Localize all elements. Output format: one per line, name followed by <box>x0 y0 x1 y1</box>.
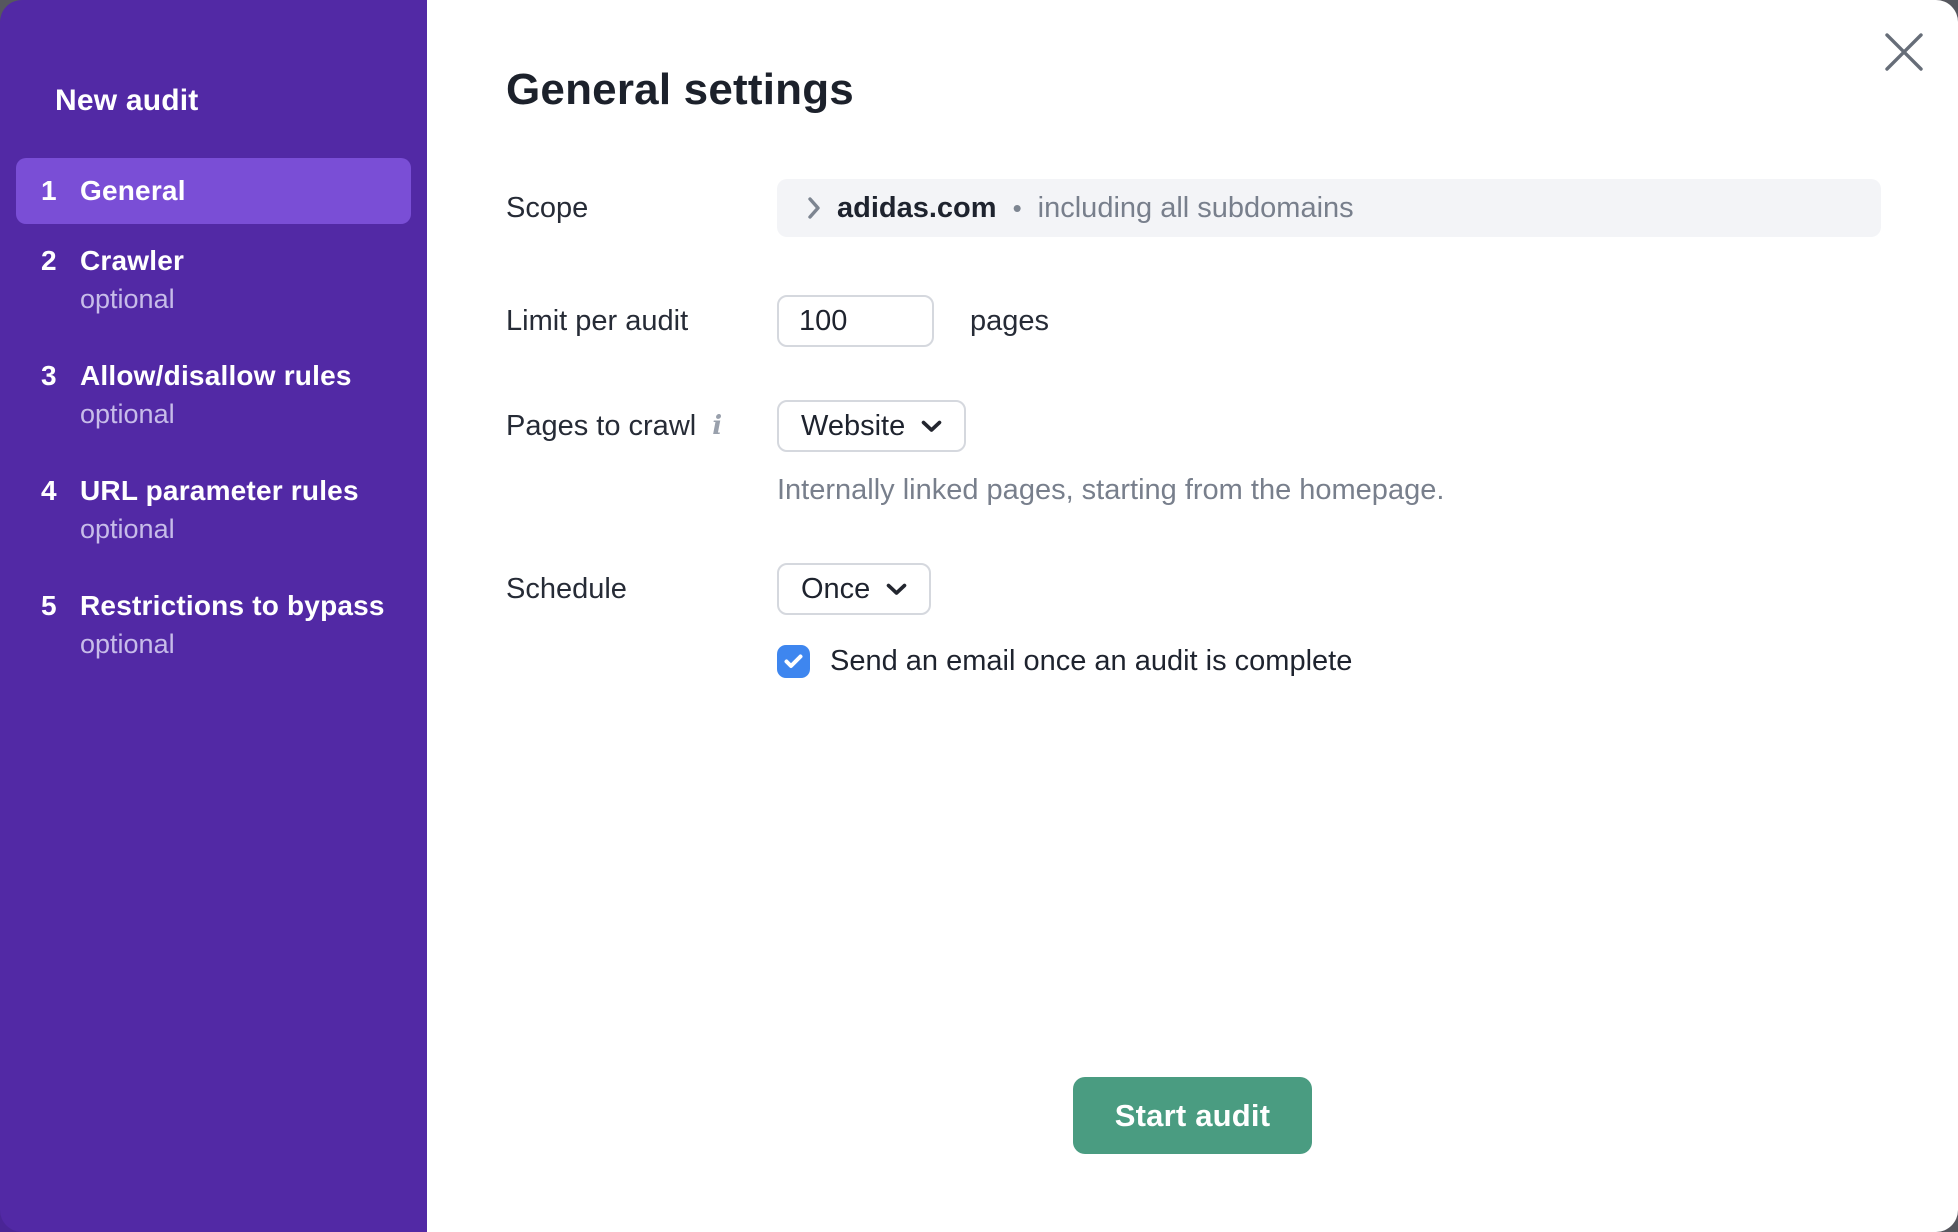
email-checkbox-label[interactable]: Send an email once an audit is complete <box>830 645 1352 678</box>
sidebar-item-crawler[interactable]: 2 Crawler optional <box>16 242 411 319</box>
step-number: 3 <box>41 357 80 434</box>
limit-label: Limit per audit <box>506 305 777 338</box>
scope-row: Scope adidas.com • including all subdoma… <box>506 179 1881 237</box>
step-optional-tag: optional <box>80 625 385 664</box>
checkmark-icon <box>784 654 803 669</box>
close-icon <box>1883 31 1925 73</box>
bullet-separator: • <box>1013 193 1022 224</box>
wizard-title: New audit <box>0 84 427 118</box>
limit-per-audit-row: Limit per audit pages <box>506 295 1881 347</box>
new-audit-modal: New audit 1 General 2 Crawler optional 3… <box>0 0 1958 1232</box>
pages-to-crawl-label: Pages to crawl i <box>506 410 777 443</box>
step-number: 1 <box>41 172 80 210</box>
sidebar-item-allow-disallow-rules[interactable]: 3 Allow/disallow rules optional <box>16 357 411 434</box>
step-label: Crawler <box>80 242 184 280</box>
email-notification-row: Send an email once an audit is complete <box>777 645 1881 678</box>
schedule-label: Schedule <box>506 573 777 606</box>
step-number: 2 <box>41 242 80 319</box>
scope-label: Scope <box>506 192 777 225</box>
pages-to-crawl-selected-value: Website <box>801 410 905 443</box>
step-label: Restrictions to bypass <box>80 587 385 625</box>
page-title: General settings <box>506 62 1881 117</box>
step-number: 4 <box>41 472 80 549</box>
schedule-select[interactable]: Once <box>777 563 931 615</box>
chevron-down-icon <box>921 420 942 433</box>
pages-to-crawl-help-text: Internally linked pages, starting from t… <box>777 474 1881 507</box>
step-label: Allow/disallow rules <box>80 357 352 395</box>
schedule-row: Schedule Once <box>506 563 1881 615</box>
limit-input[interactable] <box>777 295 934 347</box>
pages-to-crawl-label-text: Pages to crawl <box>506 410 696 443</box>
scope-value-box[interactable]: adidas.com • including all subdomains <box>777 179 1881 237</box>
step-label: General <box>80 172 186 210</box>
step-number: 5 <box>41 587 80 664</box>
pages-to-crawl-select[interactable]: Website <box>777 400 966 452</box>
chevron-right-icon <box>807 196 821 220</box>
scope-subdomains-note: including all subdomains <box>1038 192 1354 225</box>
step-optional-tag: optional <box>80 280 184 319</box>
chevron-down-icon <box>886 583 907 596</box>
close-button[interactable] <box>1878 26 1930 78</box>
schedule-selected-value: Once <box>801 573 870 606</box>
general-settings-panel: General settings Scope adidas.com • incl… <box>427 0 1958 1232</box>
wizard-sidebar: New audit 1 General 2 Crawler optional 3… <box>0 0 427 1232</box>
sidebar-item-url-parameter-rules[interactable]: 4 URL parameter rules optional <box>16 472 411 549</box>
step-optional-tag: optional <box>80 510 359 549</box>
pages-to-crawl-row: Pages to crawl i Website <box>506 400 1881 452</box>
step-label: URL parameter rules <box>80 472 359 510</box>
modal-footer: Start audit <box>427 1077 1958 1154</box>
step-optional-tag: optional <box>80 395 352 434</box>
limit-suffix: pages <box>970 305 1049 338</box>
sidebar-item-general[interactable]: 1 General <box>16 158 411 224</box>
start-audit-button[interactable]: Start audit <box>1073 1077 1313 1154</box>
sidebar-item-restrictions-to-bypass[interactable]: 5 Restrictions to bypass optional <box>16 587 411 664</box>
info-icon[interactable]: i <box>712 413 722 439</box>
step-list: 1 General 2 Crawler optional 3 Allow/dis… <box>0 158 427 664</box>
email-checkbox[interactable] <box>777 645 810 678</box>
scope-domain: adidas.com <box>837 192 997 225</box>
